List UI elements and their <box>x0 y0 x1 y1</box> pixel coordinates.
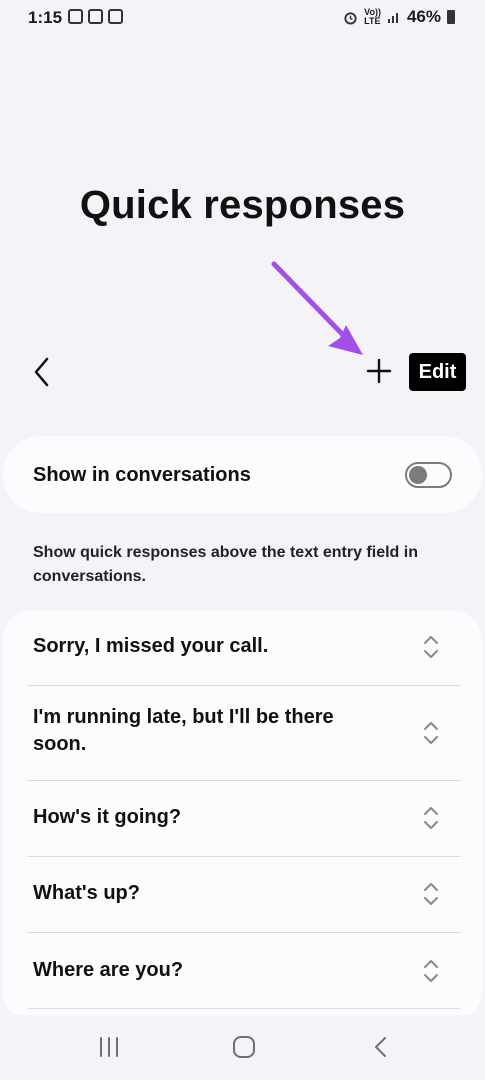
volte-icon: Vo)) LTE <box>364 7 381 26</box>
reorder-icon[interactable] <box>420 880 442 908</box>
edit-button[interactable]: Edit <box>409 353 466 391</box>
back-button[interactable] <box>28 352 58 392</box>
status-bar: 1:15 Vo)) LTE 46% <box>0 0 485 34</box>
response-text: What's up? <box>33 882 140 904</box>
signal-icon <box>387 13 398 23</box>
battery-icon <box>447 10 455 24</box>
chevron-left-icon <box>34 357 49 387</box>
recents-button[interactable] <box>94 1032 124 1062</box>
nav-back-button[interactable] <box>366 1032 396 1062</box>
show-in-conversations-row[interactable]: Show in conversations <box>3 436 482 513</box>
response-text: I'm running late, but I'll be there soon… <box>33 706 334 755</box>
response-item[interactable]: What's up? <box>3 857 482 933</box>
gallery-icon <box>88 9 103 24</box>
responses-list: Sorry, I missed your call. I'm running l… <box>3 610 482 1022</box>
show-in-conversations-switch[interactable] <box>405 462 452 488</box>
notification-grid-icon <box>108 9 123 24</box>
response-item[interactable]: Sorry, I missed your call. <box>3 610 482 685</box>
reorder-icon[interactable] <box>420 957 442 985</box>
plus-icon <box>366 358 392 384</box>
alarm-icon <box>344 11 357 25</box>
page-title: Quick responses <box>79 183 406 227</box>
annotation-arrow <box>271 261 363 355</box>
navigation-bar <box>0 1015 485 1080</box>
reorder-icon[interactable] <box>420 633 442 661</box>
add-button[interactable] <box>363 354 395 388</box>
notification-grid-icon <box>68 9 83 24</box>
response-item[interactable]: Where are you? <box>3 933 482 1009</box>
home-icon <box>233 1036 255 1058</box>
divider <box>27 1008 461 1009</box>
response-text: How's it going? <box>33 806 182 828</box>
home-button[interactable] <box>229 1032 259 1062</box>
description-text: Show quick responses above the text entr… <box>33 544 418 585</box>
reorder-icon[interactable] <box>420 804 442 832</box>
reorder-icon[interactable] <box>420 719 442 747</box>
response-item[interactable]: How's it going? <box>3 781 482 857</box>
battery-percent: 46% <box>406 7 441 26</box>
toggle-label: Show in conversations <box>33 464 251 486</box>
switch-knob <box>409 466 427 484</box>
recents-icon <box>100 1037 118 1057</box>
response-text: Where are you? <box>33 959 184 981</box>
response-item[interactable]: I'm running late, but I'll be there soon… <box>3 686 482 780</box>
status-time: 1:15 <box>28 8 63 27</box>
response-text: Sorry, I missed your call. <box>33 635 269 657</box>
back-icon <box>375 1037 386 1057</box>
